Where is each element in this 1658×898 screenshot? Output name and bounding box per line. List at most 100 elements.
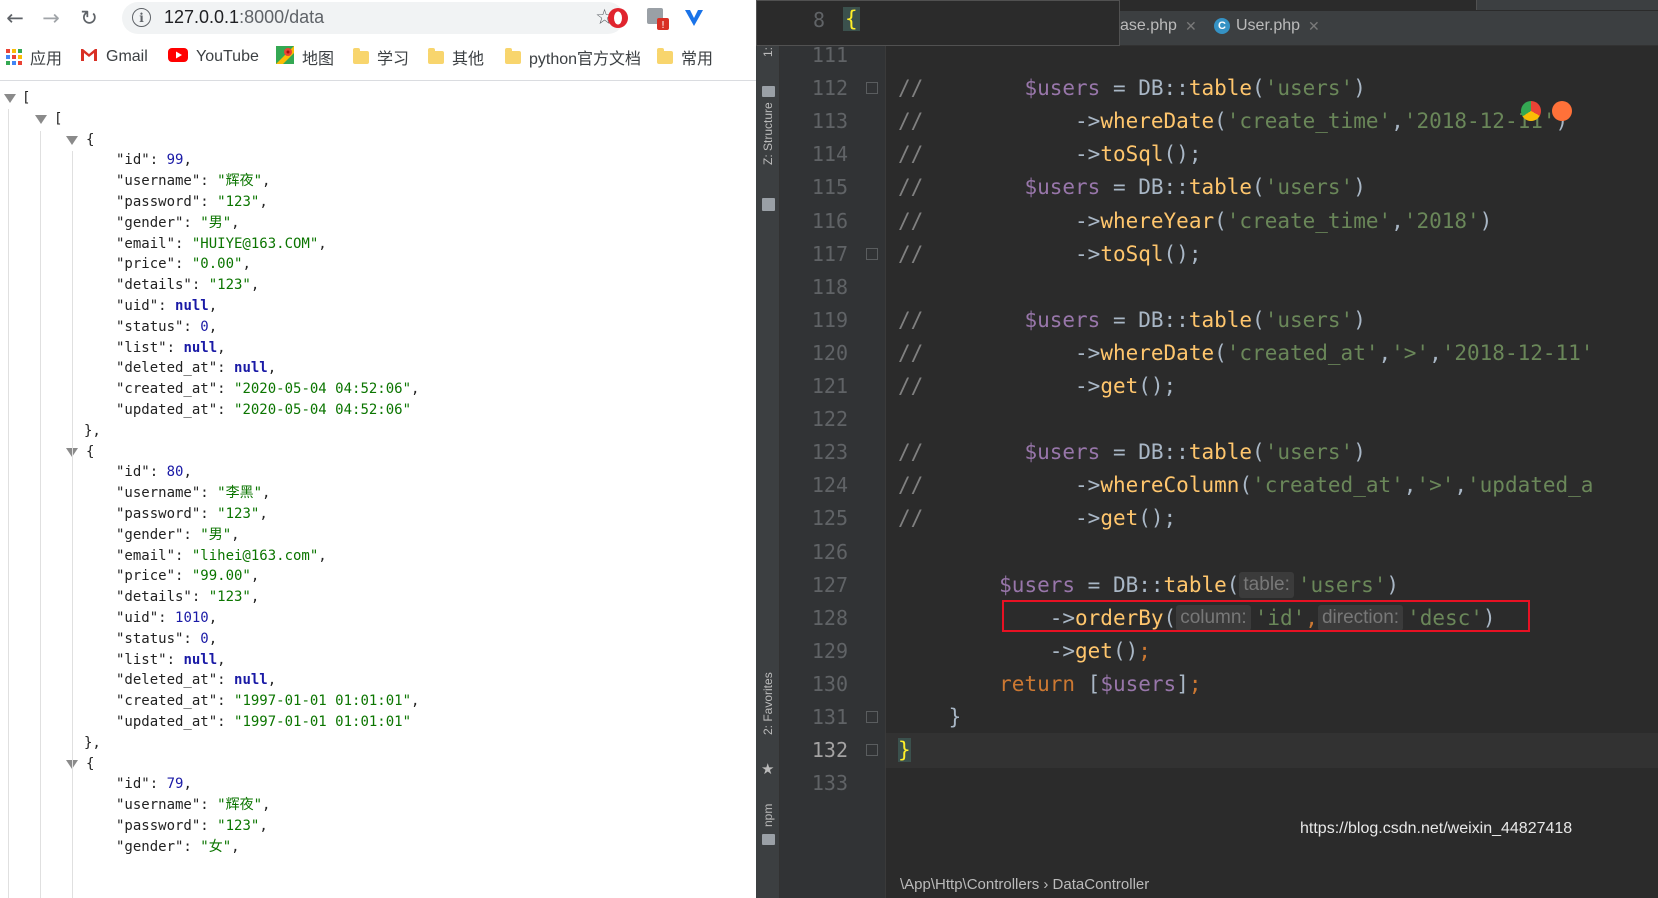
firefox-icon[interactable] xyxy=(1552,101,1572,121)
star-icon[interactable]: ★ xyxy=(761,760,774,778)
code-line[interactable]: // $users = DB::table('users') xyxy=(898,170,1366,205)
forward-icon[interactable]: → xyxy=(38,5,64,31)
fold-marker-icon[interactable] xyxy=(866,82,878,95)
structure-tool-tab[interactable]: Z: Structure xyxy=(761,102,775,165)
extension-alert-icon[interactable]: ! xyxy=(645,6,669,31)
code-line[interactable]: // ->whereYear('create_time','2018') xyxy=(898,204,1492,239)
bookmark-folder-common[interactable]: 常用 xyxy=(657,46,713,68)
comment-marker: // xyxy=(898,175,924,200)
fold-marker-icon[interactable] xyxy=(866,247,878,260)
tab-database-php[interactable]: ase.php ✕ xyxy=(1120,17,1197,35)
code-token: , xyxy=(1391,208,1404,233)
json-key: "username": xyxy=(116,173,218,190)
bookmark-folder-other[interactable]: 其他 xyxy=(428,46,484,68)
folder-icon[interactable] xyxy=(762,86,775,97)
indent-guide xyxy=(72,151,73,898)
line-number: 133 xyxy=(811,771,848,796)
v-extension-icon[interactable] xyxy=(682,6,706,30)
variable-token: $users xyxy=(1100,671,1177,696)
browser-window: ← → ↻ i 127.0.0.1:8000/data ☆ ! 应用 Gmail… xyxy=(0,0,756,898)
code-line[interactable]: // ->get(); xyxy=(898,369,1176,404)
bookmark-folder-study[interactable]: 学习 xyxy=(353,46,409,68)
line-number: 118 xyxy=(811,274,848,299)
json-key: "username": xyxy=(116,485,218,502)
site-info-icon[interactable]: i xyxy=(132,8,151,27)
code-line[interactable]: // ->whereDate('created_at','>','2018-12… xyxy=(898,336,1593,371)
json-comma: , xyxy=(259,818,268,834)
breadcrumb[interactable]: \App\Http\Controllers › DataController xyxy=(886,876,1658,898)
reload-icon[interactable]: ↻ xyxy=(76,5,102,31)
json-key: "status": xyxy=(116,630,201,647)
json-line: "status": 0, xyxy=(116,316,217,338)
code-line[interactable]: // $users = DB::table('users') xyxy=(898,71,1366,106)
npm-icon[interactable] xyxy=(762,834,775,845)
close-icon[interactable]: ✕ xyxy=(1185,18,1197,35)
code-line[interactable]: // $users = DB::table('users') xyxy=(898,435,1366,470)
json-comma: , xyxy=(262,173,271,190)
json-line: "status": 0, xyxy=(116,628,217,650)
code-line[interactable]: // $users = DB::table('users') xyxy=(898,303,1366,338)
code-editor[interactable]: // $users = DB::table('users')// ->where… xyxy=(886,0,1658,898)
comment-marker: // xyxy=(898,506,924,531)
code-line[interactable]: // ->toSql(); xyxy=(898,237,1201,272)
json-value: null xyxy=(234,672,268,689)
json-key: "password": xyxy=(116,818,218,834)
code-line[interactable]: $users = DB::table(table:'users') xyxy=(898,568,1399,603)
comment-marker: // xyxy=(898,241,924,266)
sticky-line-code: { xyxy=(843,7,860,31)
back-icon[interactable]: ← xyxy=(2,5,28,31)
sticky-line-number: 8 xyxy=(812,8,825,32)
npm-tool-tab[interactable]: npm xyxy=(761,804,775,827)
json-comma: , xyxy=(262,485,271,502)
json-comma: , xyxy=(231,214,240,231)
bookmark-apps[interactable]: 应用 xyxy=(6,46,62,68)
fold-marker-icon[interactable] xyxy=(866,711,878,723)
comment-marker: // xyxy=(898,142,924,167)
string-token: '>' xyxy=(1391,340,1430,365)
parameter-hint: table: xyxy=(1239,571,1294,598)
address-bar[interactable]: i 127.0.0.1:8000/data ☆ xyxy=(122,2,624,34)
line-number: 126 xyxy=(811,539,848,564)
fold-marker-icon[interactable] xyxy=(866,744,878,757)
bookmark-maps[interactable]: 地图 xyxy=(276,45,334,68)
code-line[interactable]: // ->whereColumn('created_at','>','updat… xyxy=(898,468,1593,503)
code-line[interactable]: return [$users]; xyxy=(898,667,1201,702)
tab-user-php[interactable]: C User.php ✕ xyxy=(1214,17,1320,35)
bookmark-folder-python-docs[interactable]: python官方文档 xyxy=(505,46,641,68)
collapse-triangle-icon[interactable] xyxy=(4,94,16,103)
json-line: "price": "0.00", xyxy=(116,253,251,275)
code-line[interactable]: ->get(); xyxy=(898,634,1151,669)
url-text[interactable]: 127.0.0.1:8000/data xyxy=(164,7,324,28)
json-line: "id": 80, xyxy=(116,461,192,483)
collapse-triangle-icon[interactable] xyxy=(35,114,47,124)
string-token: 'users' xyxy=(1264,175,1354,200)
code-token: DB:: xyxy=(1138,175,1189,200)
bookmark-youtube[interactable]: YouTube xyxy=(168,46,259,68)
code-line[interactable]: // ->get(); xyxy=(898,501,1176,536)
opera-extension-icon[interactable] xyxy=(606,6,630,30)
code-line[interactable]: } xyxy=(898,700,962,735)
code-token: , xyxy=(1403,473,1417,498)
code-token: -> xyxy=(923,142,1101,167)
code-line[interactable]: } xyxy=(898,733,911,768)
json-key: "gender": xyxy=(116,526,201,543)
close-icon[interactable]: ✕ xyxy=(1308,18,1320,35)
code-token: -> xyxy=(923,374,1101,398)
structure-icon[interactable] xyxy=(762,198,775,211)
code-line[interactable]: // ->toSql(); xyxy=(898,137,1201,172)
string-token: 'users' xyxy=(1264,76,1354,101)
json-comma: , xyxy=(318,235,327,252)
string-token: 'created_at' xyxy=(1226,340,1379,365)
json-line: "id": 99, xyxy=(116,149,192,171)
code-line[interactable]: // ->whereDate('create_time','2018-12-11… xyxy=(898,104,1568,139)
favorites-tool-tab[interactable]: 2: Favorites xyxy=(761,672,775,735)
collapse-triangle-icon[interactable] xyxy=(66,135,78,145)
json-line: "id": 79, xyxy=(116,773,192,795)
gmail-icon xyxy=(80,48,98,67)
json-line: "email": "lihei@163.com", xyxy=(116,545,327,567)
bookmark-label: YouTube xyxy=(196,48,259,65)
chrome-icon[interactable] xyxy=(1521,101,1541,121)
bookmark-gmail[interactable]: Gmail xyxy=(80,46,148,68)
code-token: () xyxy=(1112,638,1139,663)
breadcrumb-path[interactable]: \App\Http\Controllers › DataController xyxy=(900,876,1149,893)
